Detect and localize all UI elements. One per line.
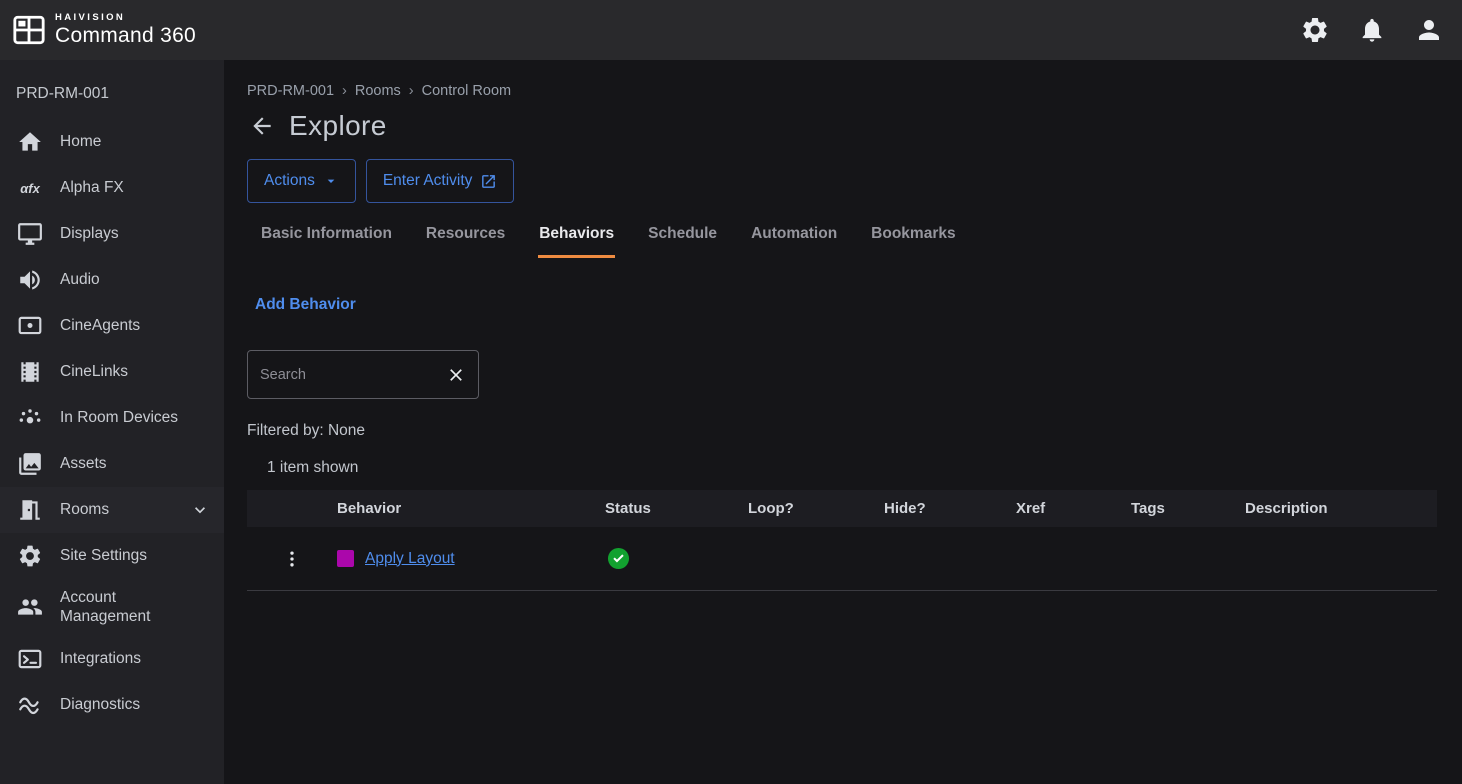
status-enabled-check-icon [607, 547, 630, 570]
sidebar-item-label: In Room Devices [60, 408, 178, 427]
tab-resources[interactable]: Resources [425, 219, 506, 258]
haivision-logo[interactable]: HAIVISION Command 360 [12, 13, 196, 47]
sidebar-item-home[interactable]: Home [0, 119, 224, 165]
audio-icon [16, 267, 44, 293]
breadcrumb-separator: › [409, 83, 414, 99]
sidebar-item-in-room-devices[interactable]: In Room Devices [0, 395, 224, 441]
main-content: PRD-RM-001 › Rooms › Control Room Explor… [224, 60, 1462, 784]
brand-wordmark: HAIVISION [55, 13, 196, 23]
sidebar-item-integrations[interactable]: Integrations [0, 636, 224, 682]
sidebar-item-cinelinks[interactable]: CineLinks [0, 349, 224, 395]
external-link-icon [480, 173, 497, 190]
app-title: Command 360 [55, 24, 196, 47]
assets-icon [16, 451, 44, 477]
home-icon [16, 129, 44, 155]
column-header-status: Status [605, 490, 748, 527]
sidebar-item-rooms[interactable]: Rooms [0, 487, 224, 533]
integrations-icon [16, 646, 44, 672]
settings-gear-icon[interactable] [1300, 15, 1330, 45]
haivision-logo-icon [12, 13, 46, 47]
in-room-devices-icon [16, 405, 44, 431]
breadcrumb: PRD-RM-001 › Rooms › Control Room [247, 83, 1437, 99]
actions-button[interactable]: Actions [247, 159, 356, 203]
sidebar-item-label: CineLinks [60, 362, 128, 381]
search-box [247, 350, 479, 399]
tab-basic-information[interactable]: Basic Information [260, 219, 393, 258]
sidebar-item-diagnostics[interactable]: Diagnostics [0, 682, 224, 728]
breadcrumb-room-link[interactable]: PRD-RM-001 [247, 83, 334, 99]
sidebar-item-account-management[interactable]: Account Management [0, 579, 224, 636]
top-bar: HAIVISION Command 360 [0, 0, 1462, 60]
sidebar-item-audio[interactable]: Audio [0, 257, 224, 303]
column-header-xref: Xref [1016, 490, 1131, 527]
enter-activity-button-label: Enter Activity [383, 172, 473, 190]
row-menu-kebab-icon[interactable] [278, 545, 306, 573]
column-header-description: Description [1245, 490, 1437, 527]
cinelinks-icon [16, 359, 44, 385]
alpha-fx-icon: αfx [16, 181, 44, 196]
behaviors-table: Behavior Status Loop? Hide? Xref Tags De… [247, 490, 1437, 591]
sidebar-item-alpha-fx[interactable]: αfx Alpha FX [0, 165, 224, 211]
behavior-link[interactable]: Apply Layout [365, 550, 455, 568]
sidebar-item-label: Assets [60, 454, 107, 473]
sidebar-item-label: CineAgents [60, 316, 140, 335]
sidebar: PRD-RM-001 Home αfx Alpha FX Displays Au… [0, 60, 224, 784]
page-title: Explore [289, 110, 387, 142]
tab-bookmarks[interactable]: Bookmarks [870, 219, 956, 258]
column-header-hide: Hide? [884, 490, 1016, 527]
sidebar-item-label: Displays [60, 224, 119, 243]
site-settings-icon [16, 543, 44, 569]
actions-button-label: Actions [264, 172, 315, 190]
kebab-column-header [247, 490, 337, 527]
column-header-loop: Loop? [748, 490, 884, 527]
sidebar-item-label: Audio [60, 270, 100, 289]
column-header-tags: Tags [1131, 490, 1245, 527]
add-behavior-link[interactable]: Add Behavior [247, 296, 356, 314]
sidebar-item-displays[interactable]: Displays [0, 211, 224, 257]
column-header-behavior: Behavior [337, 490, 605, 527]
chevron-down-icon[interactable] [190, 500, 210, 520]
behavior-color-swatch [337, 550, 354, 567]
rooms-icon [16, 497, 44, 523]
back-arrow-icon[interactable] [247, 113, 275, 139]
diagnostics-icon [16, 692, 44, 718]
sidebar-room-label: PRD-RM-001 [0, 60, 224, 119]
tab-schedule[interactable]: Schedule [647, 219, 718, 258]
items-shown-count: 1 item shown [247, 459, 1437, 477]
user-profile-icon[interactable] [1414, 15, 1444, 45]
sidebar-item-label: Rooms [60, 500, 109, 519]
sidebar-item-label: Diagnostics [60, 695, 140, 714]
breadcrumb-rooms-link[interactable]: Rooms [355, 83, 401, 99]
breadcrumb-separator: › [342, 83, 347, 99]
account-management-icon [16, 594, 44, 620]
enter-activity-button[interactable]: Enter Activity [366, 159, 515, 203]
table-header-row: Behavior Status Loop? Hide? Xref Tags De… [247, 490, 1437, 527]
caret-down-icon [323, 173, 339, 189]
tab-behaviors[interactable]: Behaviors [538, 219, 615, 258]
sidebar-item-label: Home [60, 132, 101, 151]
clear-search-icon[interactable] [446, 365, 466, 385]
cineagents-icon [16, 313, 44, 339]
table-row: Apply Layout [247, 527, 1437, 591]
notifications-bell-icon[interactable] [1358, 16, 1386, 44]
displays-icon [16, 221, 44, 247]
breadcrumb-current: Control Room [422, 83, 511, 99]
sidebar-item-label: Account Management [60, 588, 210, 627]
sidebar-item-label: Alpha FX [60, 178, 124, 197]
tab-bar: Basic Information Resources Behaviors Sc… [247, 219, 1437, 258]
sidebar-item-label: Site Settings [60, 546, 147, 565]
filtered-by-text: Filtered by: None [247, 422, 1437, 440]
sidebar-item-site-settings[interactable]: Site Settings [0, 533, 224, 579]
tab-automation[interactable]: Automation [750, 219, 838, 258]
search-input[interactable] [260, 367, 438, 383]
sidebar-item-cineagents[interactable]: CineAgents [0, 303, 224, 349]
sidebar-item-label: Integrations [60, 649, 141, 668]
sidebar-item-assets[interactable]: Assets [0, 441, 224, 487]
